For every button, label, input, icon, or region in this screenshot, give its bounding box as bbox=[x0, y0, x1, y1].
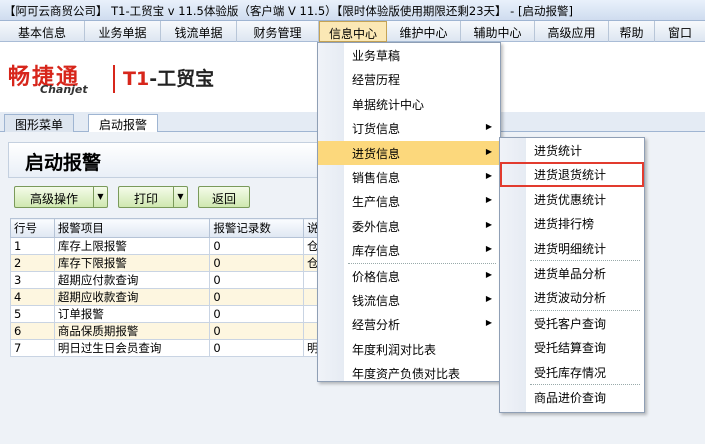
cell-alarm-item: 库存上限报警 bbox=[53, 237, 211, 255]
menu-item-purchase-detail-stats[interactable]: 进货明细统计 bbox=[500, 236, 644, 260]
submenu-arrow-icon: ▶ bbox=[485, 195, 492, 205]
menu-item-product-cost-query[interactable]: 商品进价查询 bbox=[500, 385, 644, 409]
cell-row-no: 1 bbox=[10, 237, 55, 255]
menu-item-consign-customer[interactable]: 受托客户查询 bbox=[500, 311, 644, 335]
menu-item-purchase-discount-stats[interactable]: 进货优惠统计 bbox=[500, 187, 644, 211]
submenu-arrow-icon: ▶ bbox=[485, 269, 492, 279]
alarm-table: 行号 报警项目 报警记录数 说 1 库存上限报警 0 仓 2 库存下限报警 0 … bbox=[10, 218, 330, 357]
window-title-bar: 【阿可云商贸公司】 T1-工贸宝 v 11.5体验版（客户端 V 11.5）【限… bbox=[0, 0, 705, 21]
menu-item-annual-balance[interactable]: 年度资产负债对比表 bbox=[318, 361, 500, 385]
menu-item-purchase-return-stats[interactable]: 进货退货统计 bbox=[500, 162, 644, 187]
info-center-menu: 业务草稿 经营历程 单据统计中心 订货信息 ▶ 进货信息 ▶ 销售信息 ▶ 生产信息 ▶… bbox=[317, 42, 501, 382]
menu-item-production-info[interactable]: 生产信息 ▶ bbox=[318, 189, 500, 213]
menu-item-purchase-stats[interactable]: 进货统计 bbox=[500, 138, 644, 162]
table-row[interactable]: 2 库存下限报警 0 仓 bbox=[10, 254, 330, 272]
menu-basic-info[interactable]: 基本信息 bbox=[0, 21, 85, 42]
menu-item-purchase-info[interactable]: 进货信息 ▶ bbox=[318, 140, 500, 165]
submenu-arrow-icon: ▶ bbox=[485, 244, 492, 254]
cell-row-no: 6 bbox=[10, 322, 55, 340]
cell-alarm-item: 明日过生日会员查询 bbox=[53, 339, 211, 357]
table-row[interactable]: 3 超期应付款查询 0 bbox=[10, 271, 330, 289]
table-row[interactable]: 1 库存上限报警 0 仓 bbox=[10, 237, 330, 255]
purchase-info-submenu: 进货统计 进货退货统计 进货优惠统计 进货排行榜 进货明细统计 进货单品分析 进… bbox=[499, 137, 645, 413]
cell-row-no: 4 bbox=[10, 288, 55, 306]
menu-item-purchase-fluctuation[interactable]: 进货波动分析 bbox=[500, 285, 644, 309]
tab-graphic-menu[interactable]: 图形菜单 bbox=[4, 114, 75, 132]
menu-item-consign-settlement[interactable]: 受托结算查询 bbox=[500, 335, 644, 359]
cell-record-count: 0 bbox=[209, 254, 305, 272]
menu-bar: 基本信息 业务单据 钱流单据 财务管理 信息中心 维护中心 辅助中心 高级应用 … bbox=[0, 21, 705, 42]
menu-window[interactable]: 窗口 bbox=[655, 21, 705, 42]
menu-item-outsource-info[interactable]: 委外信息 ▶ bbox=[318, 214, 500, 238]
menu-item-business-draft[interactable]: 业务草稿 bbox=[318, 43, 500, 67]
cell-record-count: 0 bbox=[209, 271, 305, 289]
col-header-record-count[interactable]: 报警记录数 bbox=[209, 218, 305, 238]
submenu-arrow-icon: ▶ bbox=[485, 318, 492, 328]
cell-record-count: 0 bbox=[209, 288, 305, 306]
table-row[interactable]: 7 明日过生日会员查询 0 明 bbox=[10, 339, 330, 357]
window-title: 【阿可云商贸公司】 T1-工贸宝 v 11.5体验版（客户端 V 11.5）【限… bbox=[4, 4, 573, 18]
menu-item-price-info[interactable]: 价格信息 ▶ bbox=[318, 264, 500, 288]
print-button[interactable]: 打印 ▼ bbox=[118, 186, 188, 208]
menu-business-docs[interactable]: 业务单据 bbox=[85, 21, 161, 42]
cell-row-no: 2 bbox=[10, 254, 55, 272]
cell-alarm-item: 商品保质期报警 bbox=[53, 322, 211, 340]
menu-item-business-analysis[interactable]: 经营分析 ▶ bbox=[318, 312, 500, 336]
menu-assistant[interactable]: 辅助中心 bbox=[461, 21, 535, 42]
chevron-down-icon[interactable]: ▼ bbox=[93, 187, 107, 207]
menu-item-inventory-info[interactable]: 库存信息 ▶ bbox=[318, 238, 500, 262]
menu-info-center[interactable]: 信息中心 bbox=[319, 21, 387, 42]
chevron-down-icon[interactable]: ▼ bbox=[173, 187, 187, 207]
table-row[interactable]: 4 超期应收款查询 0 bbox=[10, 288, 330, 306]
menu-item-cashflow-info[interactable]: 钱流信息 ▶ bbox=[318, 288, 500, 312]
cell-record-count: 0 bbox=[209, 339, 305, 357]
submenu-arrow-icon: ▶ bbox=[485, 146, 492, 156]
cell-record-count: 0 bbox=[209, 305, 305, 323]
cell-row-no: 5 bbox=[10, 305, 55, 323]
submenu-arrow-icon: ▶ bbox=[485, 219, 492, 229]
submenu-arrow-icon: ▶ bbox=[485, 170, 492, 180]
menu-item-purchase-ranking[interactable]: 进货排行榜 bbox=[500, 211, 644, 235]
cell-alarm-item: 订单报警 bbox=[53, 305, 211, 323]
cell-row-no: 7 bbox=[10, 339, 55, 357]
table-header-row: 行号 报警项目 报警记录数 说 bbox=[10, 218, 330, 238]
menu-item-order-info[interactable]: 订货信息 ▶ bbox=[318, 116, 500, 140]
product-name: T1-工贸宝 bbox=[123, 68, 215, 90]
cell-record-count: 0 bbox=[209, 237, 305, 255]
cell-alarm-item: 超期应付款查询 bbox=[53, 271, 211, 289]
logo-divider bbox=[113, 65, 115, 93]
brand-logo-en: Chanjet bbox=[40, 83, 88, 96]
menu-item-consign-inventory[interactable]: 受托库存情况 bbox=[500, 360, 644, 384]
submenu-arrow-icon: ▶ bbox=[485, 122, 492, 132]
menu-cashflow-docs[interactable]: 钱流单据 bbox=[161, 21, 237, 42]
col-header-alarm-item[interactable]: 报警项目 bbox=[53, 218, 211, 238]
menu-item-purchase-item-analysis[interactable]: 进货单品分析 bbox=[500, 261, 644, 285]
table-row[interactable]: 6 商品保质期报警 0 bbox=[10, 322, 330, 340]
page-title: 启动报警 bbox=[8, 142, 328, 178]
cell-record-count: 0 bbox=[209, 322, 305, 340]
menu-finance[interactable]: 财务管理 bbox=[237, 21, 319, 42]
cell-alarm-item: 超期应收款查询 bbox=[53, 288, 211, 306]
col-header-row-no[interactable]: 行号 bbox=[10, 218, 55, 238]
cell-row-no: 3 bbox=[10, 271, 55, 289]
menu-item-doc-stats-center[interactable]: 单据统计中心 bbox=[318, 92, 500, 116]
advanced-ops-button[interactable]: 高级操作 ▼ bbox=[14, 186, 108, 208]
menu-advanced[interactable]: 高级应用 bbox=[535, 21, 609, 42]
submenu-arrow-icon: ▶ bbox=[485, 293, 492, 303]
table-row[interactable]: 5 订单报警 0 bbox=[10, 305, 330, 323]
menu-item-sales-info[interactable]: 销售信息 ▶ bbox=[318, 165, 500, 189]
menu-item-annual-profit[interactable]: 年度利润对比表 bbox=[318, 337, 500, 361]
menu-maintenance[interactable]: 维护中心 bbox=[387, 21, 461, 42]
menu-item-business-history[interactable]: 经营历程 bbox=[318, 67, 500, 91]
cell-alarm-item: 库存下限报警 bbox=[53, 254, 211, 272]
menu-help[interactable]: 帮助 bbox=[609, 21, 655, 42]
back-button[interactable]: 返回 bbox=[198, 186, 250, 208]
tab-startup-alarm[interactable]: 启动报警 bbox=[88, 114, 159, 132]
